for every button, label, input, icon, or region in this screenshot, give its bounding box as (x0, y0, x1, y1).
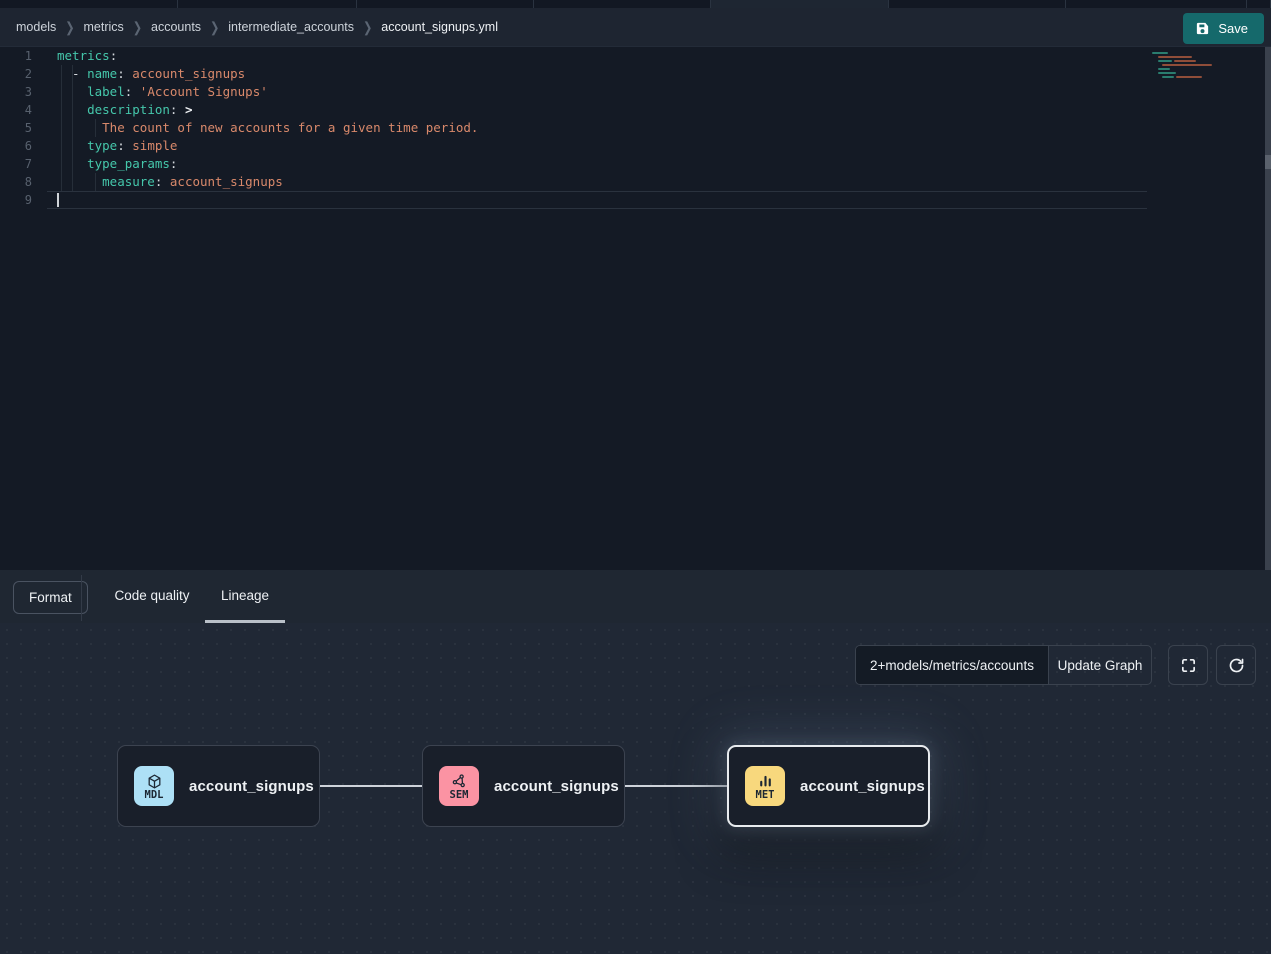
cube-icon (146, 773, 163, 790)
line-number: 6 (0, 137, 44, 155)
breadcrumb-item-intermediate-accounts[interactable]: intermediate_accounts (228, 20, 354, 34)
line-number: 7 (0, 155, 44, 173)
code-text: The count of new accounts for a given ti… (44, 119, 478, 137)
line-number: 8 (0, 173, 44, 191)
metric-badge: MET (745, 766, 785, 806)
refresh-icon (1228, 657, 1245, 674)
code-line-1[interactable]: 1 metrics: (0, 47, 1271, 65)
code-text: measure: account_signups (44, 173, 283, 191)
code-line-7[interactable]: 7 type_params: (0, 155, 1271, 173)
fullscreen-icon (1180, 657, 1197, 674)
model-selector-input[interactable] (856, 646, 1048, 684)
code-line-5[interactable]: 5 The count of new accounts for a given … (0, 119, 1271, 137)
tab-code-quality[interactable]: Code quality (102, 570, 202, 621)
code-line-9-active[interactable]: 9 (0, 191, 1271, 209)
breadcrumb: models ❯ metrics ❯ accounts ❯ intermedia… (16, 20, 498, 34)
update-graph-button[interactable]: Update Graph (1048, 646, 1151, 684)
semantic-badge: SEM (439, 766, 479, 806)
bar-chart-icon (757, 773, 774, 790)
node-label: account_signups (189, 778, 314, 795)
breadcrumb-item-models[interactable]: models (16, 20, 56, 34)
model-badge: MDL (134, 766, 174, 806)
metric-badge-label: MET (756, 790, 775, 801)
minimap[interactable] (1150, 48, 1214, 126)
line-number: 1 (0, 47, 44, 65)
code-editor[interactable]: 1 metrics: 2 - name: account_signups 3 l… (0, 47, 1271, 570)
save-button-label: Save (1218, 21, 1248, 36)
save-disk-icon (1195, 21, 1210, 36)
top-tab[interactable] (889, 0, 1066, 8)
top-tab[interactable] (178, 0, 357, 8)
line-number: 5 (0, 119, 44, 137)
breadcrumb-item-current-file: account_signups.yml (381, 20, 498, 34)
top-tab[interactable] (534, 0, 711, 8)
line-number: 9 (0, 191, 44, 209)
scrollbar-thumb[interactable] (1265, 155, 1271, 169)
code-line-2[interactable]: 2 - name: account_signups (0, 65, 1271, 83)
line-number: 4 (0, 101, 44, 119)
chevron-right-icon: ❯ (363, 19, 372, 35)
node-label: account_signups (800, 778, 925, 795)
code-text: type: simple (44, 137, 177, 155)
code-text: - name: account_signups (44, 65, 245, 83)
breadcrumb-bar: models ❯ metrics ❯ accounts ❯ intermedia… (0, 8, 1271, 47)
chevron-right-icon: ❯ (133, 19, 142, 35)
line-number: 3 (0, 83, 44, 101)
top-tab-strip (0, 0, 1271, 8)
lineage-node-model[interactable]: MDL account_signups (117, 745, 320, 827)
save-button[interactable]: Save (1183, 13, 1264, 44)
code-text: metrics: (44, 47, 117, 65)
chevron-right-icon: ❯ (65, 19, 74, 35)
code-text: label: 'Account Signups' (44, 83, 268, 101)
network-triangle-icon (451, 773, 468, 790)
semantic-badge-label: SEM (450, 790, 469, 801)
code-line-8[interactable]: 8 measure: account_signups (0, 173, 1271, 191)
editor-scrollbar[interactable] (1265, 47, 1271, 570)
chevron-right-icon: ❯ (210, 19, 219, 35)
top-tab[interactable] (1247, 0, 1271, 8)
model-selector-group: Update Graph (855, 645, 1152, 685)
indent-guide (95, 119, 96, 137)
text-cursor (57, 193, 59, 207)
lineage-node-semantic-model[interactable]: SEM account_signups (422, 745, 625, 827)
top-tab[interactable] (1066, 0, 1247, 8)
breadcrumb-item-accounts[interactable]: accounts (151, 20, 201, 34)
code-text: type_params: (44, 155, 177, 173)
panel-header: Format Code quality Lineage (0, 570, 1271, 623)
indent-guide (95, 173, 96, 191)
lineage-edge (320, 785, 422, 787)
top-tab[interactable] (357, 0, 534, 8)
node-label: account_signups (494, 778, 619, 795)
line-number: 2 (0, 65, 44, 83)
lineage-graph-area[interactable]: Update Graph (0, 623, 1271, 954)
indent-guide (72, 65, 73, 191)
lineage-edge (625, 785, 727, 787)
format-button[interactable]: Format (13, 581, 88, 614)
app-window: models ❯ metrics ❯ accounts ❯ intermedia… (0, 0, 1271, 954)
tab-lineage[interactable]: Lineage (214, 570, 276, 621)
top-tab[interactable] (0, 0, 178, 8)
code-text: description: > (44, 101, 193, 119)
breadcrumb-item-metrics[interactable]: metrics (84, 20, 124, 34)
code-line-4[interactable]: 4 description: > (0, 101, 1271, 119)
code-line-3[interactable]: 3 label: 'Account Signups' (0, 83, 1271, 101)
refresh-graph-button[interactable] (1216, 645, 1256, 685)
indent-guide (61, 65, 62, 191)
divider (81, 575, 82, 621)
model-badge-label: MDL (145, 790, 164, 801)
bottom-panel: Format Code quality Lineage Update Graph (0, 570, 1271, 954)
top-tab-active[interactable] (711, 0, 889, 8)
lineage-node-metric[interactable]: MET account_signups (727, 745, 930, 827)
code-line-6[interactable]: 6 type: simple (0, 137, 1271, 155)
active-line-highlight (47, 191, 1147, 209)
fullscreen-button[interactable] (1168, 645, 1208, 685)
